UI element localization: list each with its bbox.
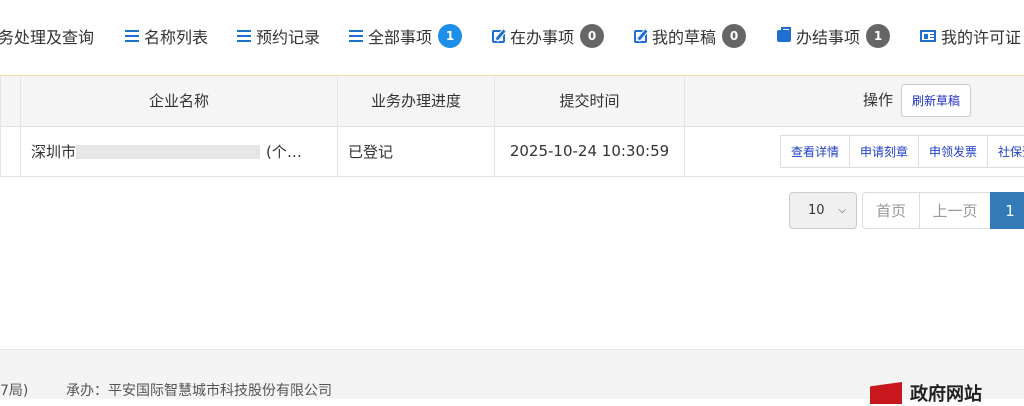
- count-badge: 0: [580, 24, 604, 48]
- tab-label: 名称列表: [144, 24, 208, 48]
- prev-page-button[interactable]: 上一页: [919, 192, 991, 229]
- edit-icon: [492, 30, 505, 43]
- gov-site-label: 政府网站: [910, 380, 982, 406]
- tab-label: 在办事项: [510, 24, 574, 48]
- tab-business-query[interactable]: 务处理及查询: [0, 22, 94, 50]
- table-row: 深圳市 (个… 已登记 2025-10-24 10:30:59 查看详情 申请刻章…: [1, 126, 1024, 176]
- social-security-button[interactable]: 社保登记: [987, 135, 1024, 168]
- list-icon: [349, 30, 363, 42]
- tab-completed[interactable]: 办结事项 1: [777, 22, 890, 50]
- count-badge: 0: [722, 24, 746, 48]
- gov-logo-icon: [870, 382, 902, 404]
- tab-label: 我的草稿: [652, 24, 716, 48]
- actions-cell: 查看详情 申请刻章 申领发票 社保登记: [685, 126, 1024, 176]
- tab-label: 办结事项: [796, 24, 860, 48]
- count-badge: 1: [438, 24, 462, 48]
- tab-in-progress[interactable]: 在办事项 0: [492, 22, 604, 50]
- pagination: 10 ⌵ 首页 上一页 1: [789, 192, 1024, 229]
- view-details-button[interactable]: 查看详情: [780, 135, 850, 168]
- redacted-name: [76, 145, 260, 159]
- chevron-down-icon: ⌵: [838, 205, 846, 216]
- header-company: 企业名称: [21, 76, 338, 126]
- tab-my-licenses[interactable]: 我的许可证: [920, 22, 1021, 50]
- footer-undertaker: 承办：平安国际智慧城市科技股份有限公司: [66, 380, 332, 400]
- records-table: 企业名称 业务办理进度 提交时间 操作刷新草稿 深圳市 (个… 已登记 2025-…: [0, 76, 1024, 177]
- page-size-select[interactable]: 10 ⌵: [789, 192, 857, 229]
- tab-label: 预约记录: [256, 24, 320, 48]
- header-progress: 业务办理进度: [338, 76, 495, 126]
- ops-label: 操作: [863, 91, 893, 109]
- header-time: 提交时间: [495, 76, 685, 126]
- tab-label: 务处理及查询: [0, 24, 94, 48]
- footer: 7局) 承办：平安国际智慧城市科技股份有限公司 政府网站: [0, 349, 1024, 399]
- tab-my-drafts[interactable]: 我的草稿 0: [634, 22, 746, 50]
- tab-all-items[interactable]: 全部事项 1: [349, 22, 462, 50]
- page-size-value: 10: [808, 203, 825, 218]
- tab-label: 全部事项: [368, 24, 432, 48]
- progress-cell: 已登记: [338, 126, 495, 176]
- actions-group: 查看详情 申请刻章 申领发票 社保登记: [685, 135, 1024, 168]
- edit-icon: [634, 30, 647, 43]
- count-badge: 1: [866, 24, 890, 48]
- list-icon: [237, 30, 251, 42]
- briefcase-icon: [777, 30, 791, 42]
- company-name-suffix: (个…: [266, 143, 302, 161]
- tab-bar: 务处理及查询 名称列表 预约记录 全部事项 1 在办事项 0 我的草稿 0 办结…: [0, 0, 1024, 76]
- gov-site-link[interactable]: 政府网站: [870, 380, 982, 406]
- row-first-col: [1, 126, 21, 176]
- current-page-button[interactable]: 1: [990, 192, 1024, 229]
- apply-invoice-button[interactable]: 申领发票: [918, 135, 988, 168]
- tab-reservation-records[interactable]: 预约记录: [237, 22, 320, 50]
- list-icon: [125, 30, 139, 42]
- header-ops: 操作刷新草稿: [685, 76, 1024, 126]
- footer-left-fragment: 7局): [0, 380, 28, 400]
- tab-name-list[interactable]: 名称列表: [125, 22, 208, 50]
- tab-label: 我的许可证: [941, 24, 1021, 48]
- refresh-drafts-button[interactable]: 刷新草稿: [901, 84, 971, 117]
- time-cell: 2025-10-24 10:30:59: [495, 126, 685, 176]
- first-page-button[interactable]: 首页: [862, 192, 920, 229]
- id-card-icon: [920, 30, 936, 42]
- table-header-row: 企业名称 业务办理进度 提交时间 操作刷新草稿: [1, 76, 1024, 126]
- company-name-cell: 深圳市 (个…: [21, 126, 338, 176]
- header-checkbox-col: [1, 76, 21, 126]
- company-name-prefix: 深圳市: [31, 143, 76, 161]
- apply-seal-button[interactable]: 申请刻章: [849, 135, 919, 168]
